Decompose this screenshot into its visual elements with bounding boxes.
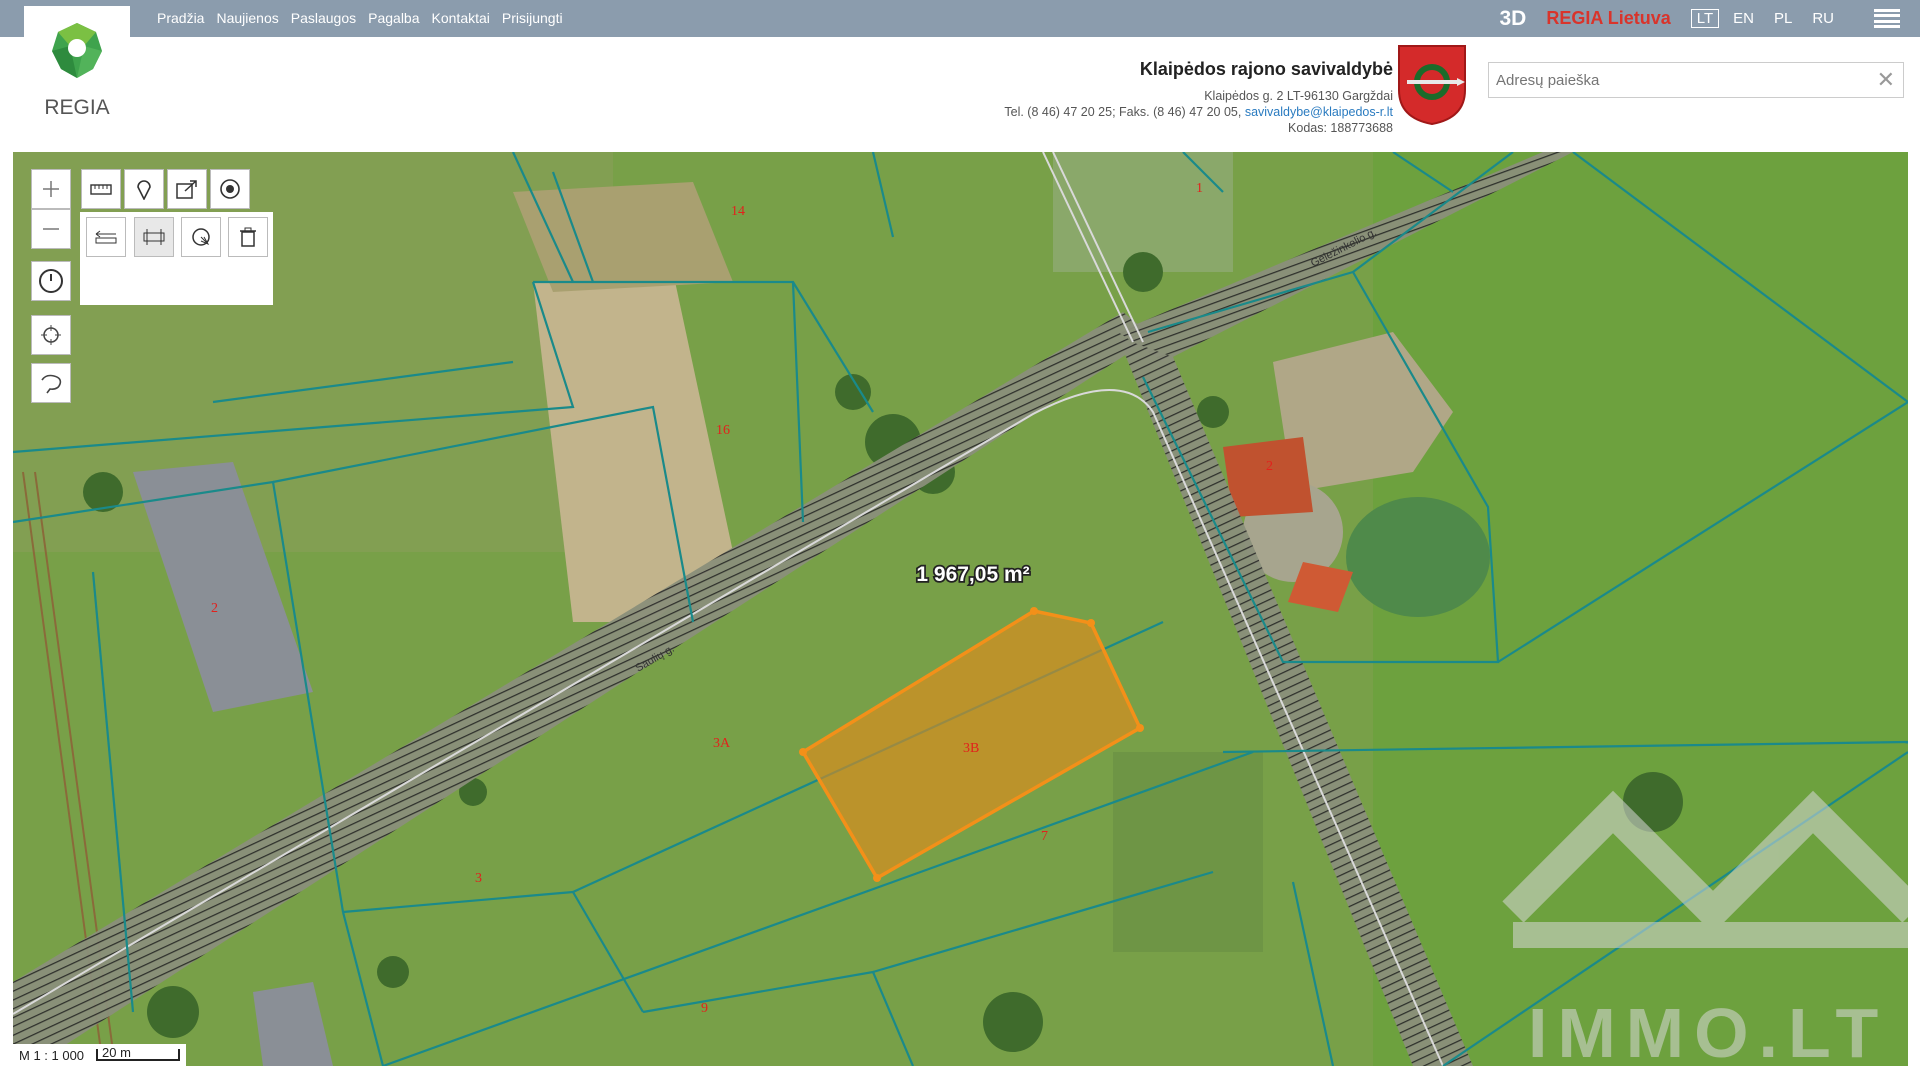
lasso-select-button[interactable] [31,363,71,403]
coat-of-arms-icon [1397,44,1467,126]
parcel-label-3: 3 [475,871,482,886]
map-view[interactable]: 1 14 16 2 2 3B 3A 3 7 9 Saulių g. Geleži… [13,152,1908,1066]
municipality-contacts: Tel. (8 46) 47 20 25; Faks. (8 46) 47 20… [1004,104,1393,120]
search-input[interactable] [1489,63,1868,97]
area-measurement-label: 1 967,05 m² [916,563,1029,586]
watermark-text: IMMO.LT [1528,994,1888,1066]
trash-icon [240,227,256,247]
plus-icon [43,181,59,197]
measure-circle-button[interactable] [181,217,221,257]
parcel-label-3b: 3B [963,741,979,756]
measure-distance-icon [95,230,117,244]
address-search: ✕ [1488,62,1904,98]
main-nav: Pradžia Naujienos Paslaugos Pagalba Kont… [157,10,563,26]
lang-en[interactable]: EN [1727,10,1760,27]
regia-logo-icon: REGIA [44,23,110,119]
history-button[interactable] [31,261,71,301]
zoom-in-button[interactable] [31,169,71,209]
measure-area-icon [143,229,165,245]
parcel-label-1: 1 [1196,181,1203,196]
municipality-code: Kodas: 188773688 [1288,121,1393,135]
export-icon [176,180,197,199]
lang-pl[interactable]: PL [1768,10,1798,27]
delete-measure-button[interactable] [228,217,268,257]
nav-services[interactable]: Paslaugos [291,10,356,26]
parcel-label-14: 14 [731,204,745,219]
measure-area-button[interactable] [134,217,174,257]
regia-logo[interactable]: REGIA [24,6,130,128]
target-tool-button[interactable] [210,169,250,209]
parcel-label-9: 9 [701,1001,708,1016]
logo-text: REGIA [44,96,109,119]
municipality-info: Klaipėdos rajono savivaldybė Klaipėdos g… [1004,59,1393,136]
map-scale: M 1 : 1 000 20 m [13,1044,187,1066]
locate-button[interactable] [31,315,71,355]
nav-news[interactable]: Naujienos [216,10,278,26]
measure-distance-button[interactable] [86,217,126,257]
target-icon [220,179,240,199]
parcel-label-16: 16 [716,423,730,438]
pin-tool-button[interactable] [124,169,164,209]
crosshair-icon [41,325,61,345]
scale-ratio: M 1 : 1 000 [19,1047,85,1063]
parcel-label-7: 7 [1041,829,1048,844]
parcel-label-2: 2 [211,601,218,616]
nav-contacts[interactable]: Kontaktai [432,10,490,26]
map-canvas[interactable]: 1 14 16 2 2 3B 3A 3 7 9 Saulių g. Geleži… [13,152,1908,1066]
municipality-phones: Tel. (8 46) 47 20 25; Faks. (8 46) 47 20… [1004,105,1242,119]
ruler-icon [90,184,112,195]
nav-home[interactable]: Pradžia [157,10,204,26]
lasso-icon [41,374,62,394]
ruler-tool-button[interactable] [81,169,121,209]
municipality-title: Klaipėdos rajono savivaldybė [1139,59,1393,79]
regia-lietuva-link[interactable]: REGIA Lietuva [1546,8,1670,29]
parcel-label-3a: 3A [713,736,731,751]
parcel-label-2b: 2 [1266,459,1273,474]
minus-icon [43,228,59,230]
nav-login[interactable]: Prisijungti [502,10,563,26]
watermark-registered: ® [1880,868,1899,898]
3d-button[interactable]: 3D [1500,7,1527,31]
top-right-controls: 3D REGIA Lietuva LT EN PL RU [1500,0,1900,37]
lang-lt[interactable]: LT [1690,9,1720,28]
scale-length: 20 m [102,1045,131,1060]
zoom-out-button[interactable] [31,209,71,249]
measure-circle-icon [192,228,210,246]
nav-help[interactable]: Pagalba [368,10,419,26]
clear-search-icon[interactable]: ✕ [1877,67,1895,93]
clock-icon [39,269,63,293]
municipality-address: Klaipėdos g. 2 LT-96130 Gargždai [1204,89,1393,103]
municipality-email[interactable]: savivaldybe@klaipedos-r.lt [1245,105,1393,119]
export-tool-button[interactable] [167,169,207,209]
lang-ru[interactable]: RU [1806,10,1840,27]
menu-icon[interactable] [1874,8,1900,29]
pin-icon [137,180,151,200]
scale-bar: 20 m [96,1045,181,1061]
